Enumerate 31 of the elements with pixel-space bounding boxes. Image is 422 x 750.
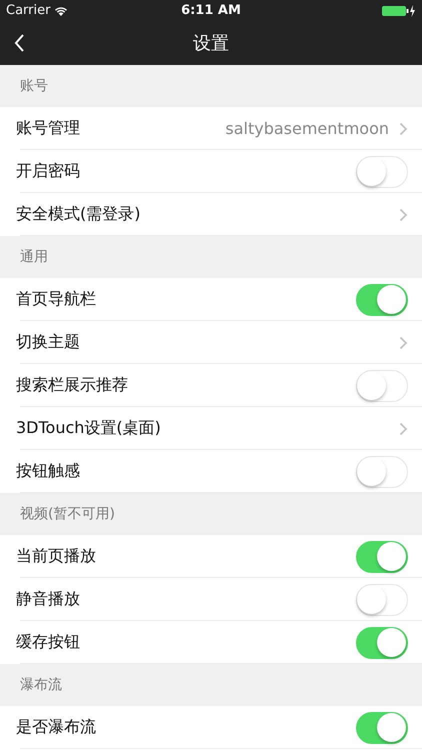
battery-icon: [382, 4, 416, 16]
row-label[interactable]: 缓存按钮: [16, 632, 356, 653]
chevron-icon: [399, 336, 408, 350]
row-label[interactable]: 静音播放: [16, 589, 356, 610]
row-label[interactable]: 安全模式(需登录): [16, 204, 399, 225]
row-label[interactable]: 当前页播放: [16, 546, 356, 567]
status-time: 6:11 AM: [181, 3, 241, 18]
section-header: 通用: [20, 248, 48, 266]
chevron-icon: [399, 208, 408, 222]
row-label[interactable]: 开启密码: [16, 161, 356, 182]
row-label[interactable]: 首页导航栏: [16, 289, 356, 310]
wifi-icon: [54, 6, 68, 16]
row-label[interactable]: 切换主题: [16, 332, 399, 353]
section-header: 视频(暂不可用): [20, 505, 115, 523]
toggle-switch[interactable]: [356, 284, 408, 316]
chevron-icon: [399, 122, 408, 136]
section-header: 瀑布流: [20, 676, 62, 694]
toggle-switch[interactable]: [356, 626, 408, 658]
section-header: 账号: [20, 77, 48, 95]
row-label[interactable]: 搜索栏展示推荐: [16, 375, 356, 396]
row-label[interactable]: 是否瀑布流: [16, 717, 356, 738]
nav-title: 设置: [193, 33, 229, 54]
row-label[interactable]: 账号管理: [16, 118, 226, 139]
chevron-icon: [399, 422, 408, 436]
toggle-switch[interactable]: [356, 712, 408, 744]
row-label[interactable]: 3DTouch设置(桌面): [16, 418, 399, 439]
row-label[interactable]: 按钮触感: [16, 461, 356, 482]
carrier-label: Carrier: [6, 3, 50, 18]
row-value: saltybasementmoon: [225, 119, 389, 138]
back-icon[interactable]: [14, 34, 25, 52]
toggle-switch[interactable]: [356, 540, 408, 572]
